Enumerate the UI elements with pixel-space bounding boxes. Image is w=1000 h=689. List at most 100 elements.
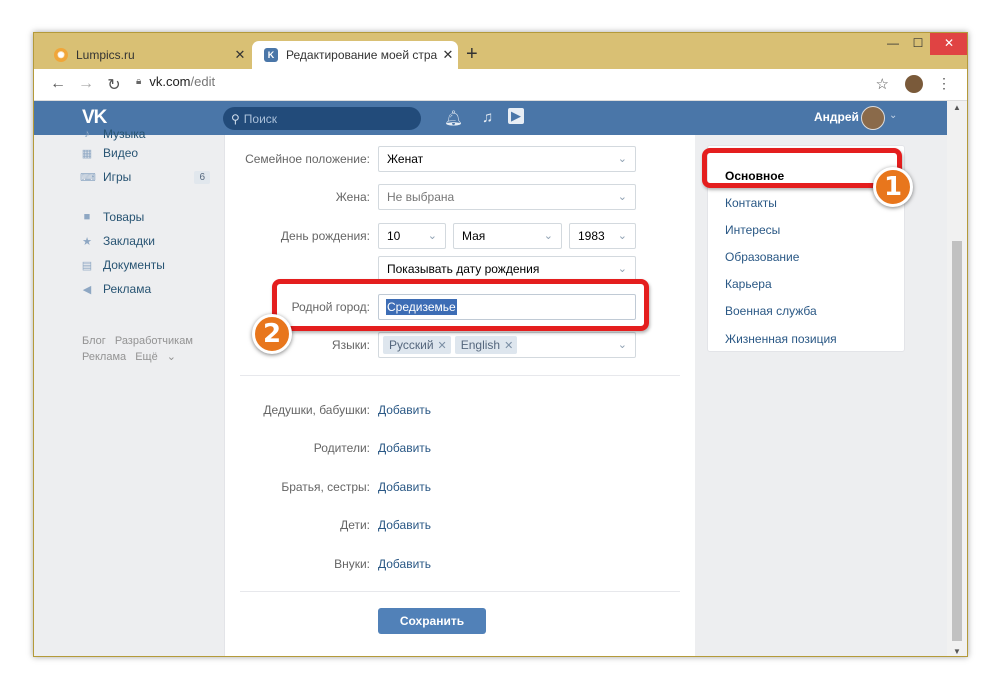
close-tab-icon[interactable]: ✕ bbox=[230, 47, 250, 63]
marital-label: Семейное положение: bbox=[245, 152, 370, 166]
sidebar-item-goods[interactable]: ■ Товары bbox=[80, 205, 220, 229]
birthday-month-value: Мая bbox=[462, 229, 486, 243]
minimize-icon[interactable]: — bbox=[879, 33, 907, 55]
birthday-label: День рождения: bbox=[280, 229, 370, 243]
marital-select[interactable]: Женат ⌄ bbox=[378, 146, 636, 172]
add-grandchildren-link[interactable]: Добавить bbox=[378, 557, 431, 571]
language-chip: English ✕ bbox=[454, 336, 518, 354]
chevron-down-icon: ⌄ bbox=[617, 263, 627, 275]
url-host: vk.com bbox=[149, 74, 191, 89]
birthday-row: День рождения: 10 ⌄ Мая ⌄ 1983 ⌄ bbox=[225, 223, 695, 249]
sidebar-item-label: Закладки bbox=[103, 234, 155, 248]
back-icon[interactable]: ← bbox=[48, 75, 68, 93]
menu-item-career[interactable]: Карьера bbox=[725, 277, 772, 291]
tab-lumpics[interactable]: ✺ Lumpics.ru ✕ bbox=[42, 41, 250, 69]
add-children-link[interactable]: Добавить bbox=[378, 518, 431, 532]
close-tab-icon[interactable]: ✕ bbox=[438, 47, 458, 63]
parents-row: Родители: Добавить bbox=[225, 435, 695, 461]
browser-profile-avatar[interactable] bbox=[905, 75, 923, 93]
tab-vk-edit[interactable]: K Редактирование моей страницы ✕ bbox=[252, 41, 458, 69]
remove-chip-icon[interactable]: ✕ bbox=[504, 339, 513, 352]
scroll-down-icon[interactable]: ▼ bbox=[947, 647, 967, 656]
birthday-visibility-value: Показывать дату рождения bbox=[387, 262, 540, 276]
sidebar-item-label: Документы bbox=[103, 258, 165, 272]
user-name[interactable]: Андрей bbox=[814, 110, 859, 124]
page-scrollbar[interactable]: ▲ ▼ bbox=[947, 101, 967, 656]
bookmark-star-icon[interactable]: ☆ bbox=[876, 75, 889, 93]
menu-item-contacts[interactable]: Контакты bbox=[725, 196, 777, 210]
add-parents-link[interactable]: Добавить bbox=[378, 441, 431, 455]
languages-select[interactable]: Русский ✕ English ✕ ⌄ bbox=[378, 332, 636, 358]
add-grandparents-link[interactable]: Добавить bbox=[378, 403, 431, 417]
save-button[interactable]: Сохранить bbox=[378, 608, 486, 634]
sidebar-item-documents[interactable]: ▤ Документы bbox=[80, 253, 220, 277]
left-sidebar: ♪ Музыка ▦ Видео ⌨ Игры 6 ■ Товары ★ Зак… bbox=[80, 129, 220, 301]
languages-row: Языки: Русский ✕ English ✕ ⌄ bbox=[225, 332, 695, 358]
callout-main-highlight bbox=[702, 148, 902, 188]
sidebar-item-video[interactable]: ▦ Видео bbox=[80, 141, 220, 165]
step-1-badge: 1 bbox=[873, 167, 913, 207]
new-tab-icon[interactable]: + bbox=[466, 44, 478, 64]
star-icon: ★ bbox=[82, 235, 92, 248]
sidebar-footer-links: Блог Разработчикам Реклама Ещё ⌄ bbox=[82, 333, 212, 365]
browser-menu-icon[interactable]: ⋮ bbox=[937, 75, 951, 92]
spouse-value: Не выбрана bbox=[387, 190, 455, 204]
play-icon[interactable]: ▶ bbox=[508, 108, 524, 124]
footer-link-ads[interactable]: Реклама bbox=[82, 351, 126, 363]
menu-item-interests[interactable]: Интересы bbox=[725, 223, 780, 237]
scroll-thumb[interactable] bbox=[952, 241, 962, 641]
sidebar-item-music[interactable]: ♪ Музыка bbox=[80, 129, 220, 141]
sidebar-item-label: Товары bbox=[103, 210, 145, 224]
sidebar-item-bookmarks[interactable]: ★ Закладки bbox=[80, 229, 220, 253]
footer-link-more[interactable]: Ещё ⌄ bbox=[135, 351, 176, 363]
footer-link-blog[interactable]: Блог bbox=[82, 335, 106, 347]
edit-form: Семейное положение: Женат ⌄ Жена: Не выб… bbox=[224, 135, 695, 656]
user-avatar[interactable] bbox=[861, 106, 885, 130]
remove-chip-icon[interactable]: ✕ bbox=[438, 339, 447, 352]
spouse-select[interactable]: Не выбрана ⌄ bbox=[378, 184, 636, 210]
languages-label: Языки: bbox=[331, 338, 370, 352]
chevron-down-icon: ⌄ bbox=[617, 230, 627, 242]
music-note-icon[interactable]: ♫ bbox=[482, 109, 493, 126]
add-siblings-link[interactable]: Добавить bbox=[378, 480, 431, 494]
birthday-year-value: 1983 bbox=[578, 229, 605, 243]
bell-icon[interactable]: 🔔︎ bbox=[444, 109, 463, 127]
sidebar-item-ads[interactable]: ◀ Реклама bbox=[80, 277, 220, 301]
relative-label: Дети: bbox=[340, 518, 370, 532]
reload-icon[interactable]: ↻ bbox=[104, 75, 124, 95]
language-chip: Русский ✕ bbox=[383, 336, 451, 354]
menu-item-education[interactable]: Образование bbox=[725, 250, 799, 264]
orange-favicon-icon: ✺ bbox=[54, 48, 68, 62]
document-icon: ▤ bbox=[81, 259, 93, 272]
search-input[interactable]: ⚲ Поиск bbox=[223, 107, 421, 130]
chevron-down-icon: ⌄ bbox=[617, 339, 627, 351]
vk-logo[interactable]: VK bbox=[82, 107, 107, 129]
url-field[interactable]: 🔒︎ vk.com /edit bbox=[136, 74, 215, 89]
children-row: Дети: Добавить bbox=[225, 512, 695, 538]
birthday-day-value: 10 bbox=[387, 229, 401, 243]
maximize-icon[interactable]: ☐ bbox=[904, 33, 932, 55]
step-2-badge: 2 bbox=[252, 314, 292, 354]
menu-item-life-position[interactable]: Жизненная позиция bbox=[725, 332, 837, 346]
chevron-down-icon: ⌄ bbox=[427, 230, 437, 242]
marital-value: Женат bbox=[387, 152, 424, 166]
film-icon: ▦ bbox=[81, 147, 93, 160]
chevron-down-icon[interactable]: ⌄ bbox=[889, 110, 897, 121]
music-icon: ♪ bbox=[84, 129, 90, 140]
forward-icon[interactable]: → bbox=[76, 75, 96, 93]
birthday-month-select[interactable]: Мая ⌄ bbox=[453, 223, 562, 249]
menu-item-military[interactable]: Военная служба bbox=[725, 304, 817, 318]
grandchildren-row: Внуки: Добавить bbox=[225, 551, 695, 577]
search-placeholder: Поиск bbox=[243, 111, 278, 126]
sidebar-item-games[interactable]: ⌨ Игры 6 bbox=[80, 165, 220, 189]
scroll-up-icon[interactable]: ▲ bbox=[947, 103, 967, 112]
sidebar-item-label: Видео bbox=[103, 146, 139, 160]
sidebar-item-label: Реклама bbox=[103, 282, 152, 296]
birthday-day-select[interactable]: 10 ⌄ bbox=[378, 223, 446, 249]
birthday-year-select[interactable]: 1983 ⌄ bbox=[569, 223, 636, 249]
footer-link-developers[interactable]: Разработчикам bbox=[115, 335, 193, 347]
relative-label: Родители: bbox=[313, 441, 370, 455]
window-close-icon[interactable]: ✕ bbox=[930, 33, 967, 55]
vk-favicon-icon: K bbox=[264, 48, 278, 62]
games-badge: 6 bbox=[194, 170, 210, 184]
